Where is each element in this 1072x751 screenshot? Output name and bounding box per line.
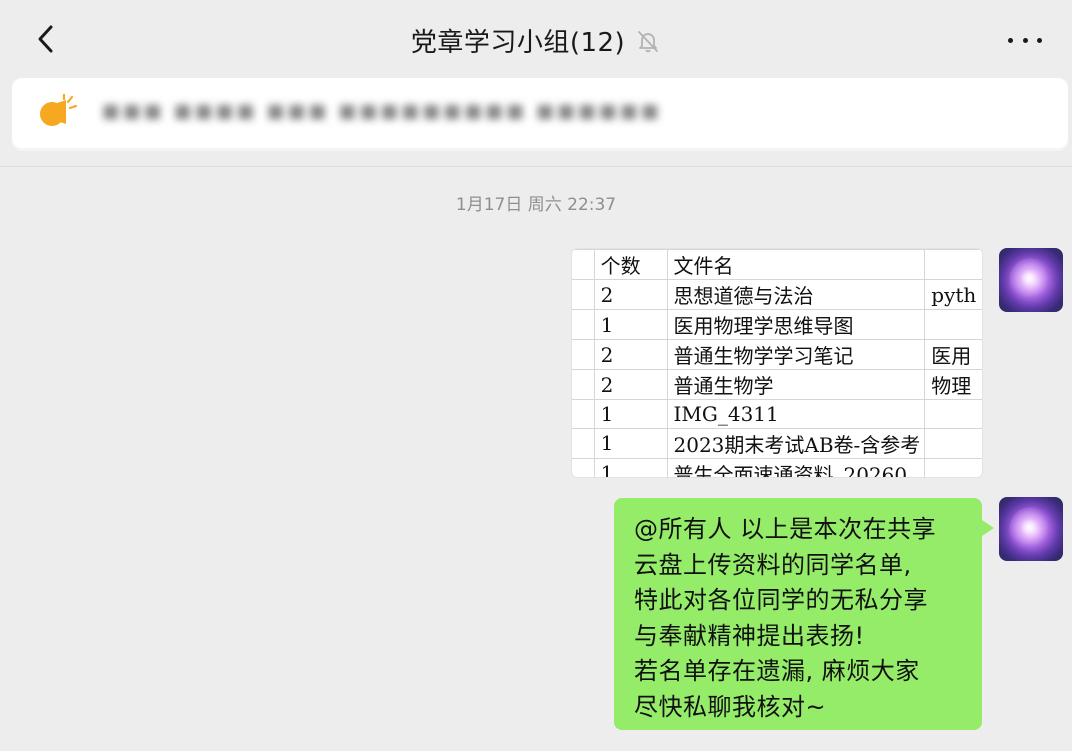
table-cell [924, 427, 982, 459]
table-cell: 普生全面速通资料_20260 [666, 457, 926, 477]
table-row: 2 普通生物学学习笔记 医用 [572, 339, 982, 370]
table-cell: 2 [593, 369, 668, 400]
more-horizontal-icon [1037, 37, 1042, 43]
table-cell: 思想道德与法治 [666, 279, 926, 310]
table-cell: 普通生物学 [666, 369, 926, 400]
more-horizontal-icon [1008, 37, 1013, 43]
table-cell [924, 457, 982, 477]
avatar[interactable] [999, 248, 1063, 312]
megaphone-icon [40, 94, 78, 126]
table-cell: 普通生物学学习笔记 [666, 339, 926, 370]
table-row: 2 普通生物学 物理 [572, 369, 982, 400]
chat-header: 党章学习小组(12) [0, 0, 1072, 78]
table-cell: 物理 [924, 369, 982, 400]
table-cell: 1 [593, 399, 668, 429]
message-timestamp: 1月17日 周六 22:37 [455, 195, 617, 215]
table-cell: 医用 [924, 339, 982, 370]
text-message-bubble[interactable]: @所有人 以上是本次在共享 云盘上传资料的同学名单, 特此对各位同学的无私分享 … [614, 498, 994, 730]
title-group: 党章学习小组(12) [0, 20, 1072, 60]
table-row: 2 思想道德与法治 pyth [572, 279, 982, 310]
message-line: 尽快私聊我核对~ [634, 692, 827, 721]
table-cell: pyth [924, 279, 982, 310]
chat-title[interactable]: 党章学习小组(12) [411, 22, 625, 59]
table-cell [572, 249, 595, 280]
table-cell [572, 309, 595, 340]
message-line: 云盘上传资料的同学名单, [634, 550, 912, 579]
table-cell: 2 [593, 339, 668, 370]
more-options-button[interactable] [1008, 26, 1042, 54]
image-message[interactable]: 个数 文件名 2 思想道德与法治 pyth 1 医用物理学思维导图 2 普通生物… [571, 248, 983, 478]
table-cell: 1 [593, 427, 668, 459]
divider [0, 166, 1072, 167]
table-cell [572, 279, 595, 310]
table-header-row: 个数 文件名 [572, 249, 982, 280]
table-cell: 2023期末考试AB卷-含参考 [666, 427, 926, 459]
table-cell [924, 399, 982, 429]
table-cell: IMG_4311 [666, 399, 926, 429]
table-cell: 1 [593, 457, 668, 477]
message-line: 特此对各位同学的无私分享 [634, 586, 928, 614]
table-row: 1 医用物理学思维导图 [572, 309, 982, 340]
table-cell [924, 309, 982, 340]
more-horizontal-icon [1022, 37, 1028, 43]
table-cell: 医用物理学思维导图 [666, 309, 926, 340]
message-line: @所有人 以上是本次在共享 [634, 515, 937, 543]
table-cell: 1 [593, 309, 668, 340]
table-row: 1 IMG_4311 [572, 399, 982, 429]
message-line: 若名单存在遗漏, 麻烦大家 [634, 657, 920, 685]
bell-off-icon [638, 31, 659, 53]
table-cell [924, 249, 982, 280]
table-row: 1 2023期末考试AB卷-含参考 [572, 427, 982, 459]
notice-text: ■■■ ■■■■ ■■■ ■■■■■■■■■ ■■■■■■ [102, 100, 662, 122]
table-cell [572, 399, 595, 429]
table-cell: 2 [593, 279, 668, 310]
group-notice-card[interactable]: ■■■ ■■■■ ■■■ ■■■■■■■■■ ■■■■■■ [12, 78, 1068, 148]
file-table: 个数 文件名 2 思想道德与法治 pyth 1 医用物理学思维导图 2 普通生物… [572, 249, 982, 477]
table-header-cell: 文件名 [666, 249, 926, 280]
avatar[interactable] [999, 497, 1063, 561]
table-cell [572, 339, 595, 370]
table-cell [572, 427, 595, 459]
table-row: 1 普生全面速通资料_20260 [572, 457, 982, 477]
table-cell [572, 369, 595, 400]
table-header-cell: 个数 [593, 249, 668, 280]
message-line: 与奉献精神提出表扬! [634, 621, 865, 650]
table-cell [572, 457, 595, 477]
